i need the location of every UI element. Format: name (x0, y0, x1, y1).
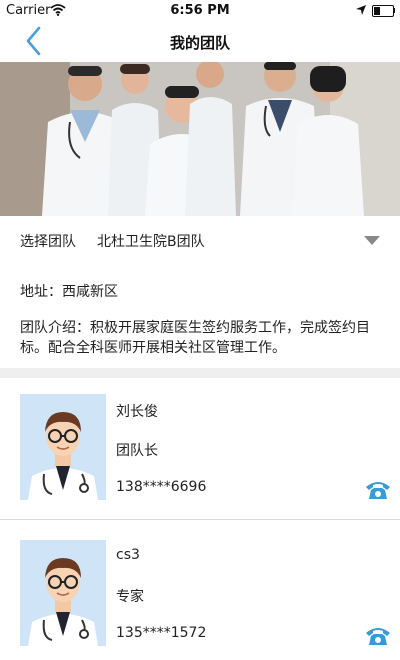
member-card: cs3 专家 135****1572 (0, 525, 400, 659)
section-separator (0, 368, 400, 378)
phone-icon (366, 482, 390, 499)
doctor-avatar (20, 394, 106, 500)
call-button[interactable] (364, 623, 392, 647)
member-phone: 135****1572 (116, 625, 207, 641)
member-name: 刘长俊 (116, 404, 158, 420)
team-selector[interactable]: 选择团队 北杜卫生院B团队 (0, 216, 400, 264)
member-role: 团队长 (116, 443, 158, 459)
navigation-bar: 我的团队 (0, 22, 400, 62)
location-icon (355, 4, 367, 20)
page-title: 我的团队 (169, 34, 230, 52)
caret-down-icon (364, 236, 380, 245)
member-phone: 138****6696 (116, 479, 207, 495)
clock: 6:56 PM (170, 3, 230, 18)
status-bar: Carrier 6:56 PM (0, 0, 400, 22)
member-name: cs3 (116, 547, 140, 563)
team-selector-label: 选择团队 (20, 234, 76, 250)
team-banner-image (0, 62, 400, 216)
doctor-avatar (20, 540, 106, 646)
team-address: 地址：西咸新区 (20, 284, 118, 300)
phone-icon (366, 628, 390, 645)
battery-icon (372, 5, 394, 17)
member-card: 刘长俊 团队长 138****6696 (0, 379, 400, 513)
divider (0, 519, 400, 520)
call-button[interactable] (364, 477, 392, 501)
team-selector-value: 北杜卫生院B团队 (97, 234, 205, 250)
battery-cap (393, 8, 395, 13)
member-role: 专家 (116, 589, 144, 605)
team-introduction: 团队介绍：积极开展家庭医生签约服务工作，完成签约目标。配合全科医师开展相关社区管… (20, 320, 370, 356)
